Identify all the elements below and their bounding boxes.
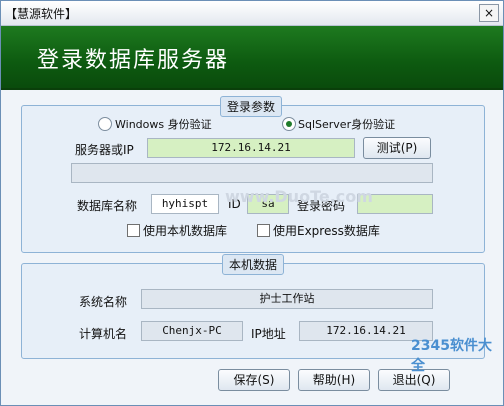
connection-status-field <box>71 163 433 183</box>
use-local-db-checkbox[interactable] <box>127 224 140 237</box>
test-button[interactable]: 测试(P) <box>363 137 431 159</box>
watermark-url: www.DuoTe.com <box>225 187 373 206</box>
watermark-brand: 2345软件大全 <box>411 338 492 374</box>
windows-auth-radio[interactable] <box>98 117 112 131</box>
banner-heading: 登录数据库服务器 <box>37 48 230 73</box>
use-local-db-label[interactable]: 使用本机数据库 <box>143 222 227 239</box>
local-data-legend: 本机数据 <box>222 254 285 275</box>
use-express-db-label[interactable]: 使用Express数据库 <box>273 222 380 239</box>
save-button[interactable]: 保存(S) <box>218 369 290 391</box>
sqlserver-auth-label[interactable]: SqlServer身份验证 <box>298 116 395 132</box>
login-dialog: 【慧源软件】 × 登录数据库服务器 登录参数 Windows 身份验证 SqlS… <box>0 0 504 406</box>
computer-name-label: 计算机名 <box>79 327 128 341</box>
title-bar[interactable]: 【慧源软件】 × <box>1 1 503 26</box>
db-name-input[interactable]: hyhispt <box>151 194 219 214</box>
server-ip-input[interactable]: 172.16.14.21 <box>147 138 355 158</box>
ip-label: IP地址 <box>251 327 286 341</box>
login-params-legend: 登录参数 <box>220 96 283 117</box>
help-button[interactable]: 帮助(H) <box>298 369 370 391</box>
computer-name-field: Chenjx-PC <box>141 321 243 341</box>
window-title: 【慧源软件】 <box>5 7 78 21</box>
server-label: 服务器或IP <box>75 143 134 157</box>
db-name-label: 数据库名称 <box>77 199 138 213</box>
system-name-field: 护士工作站 <box>141 289 433 309</box>
use-express-db-checkbox[interactable] <box>257 224 270 237</box>
header-banner: 登录数据库服务器 <box>1 26 503 90</box>
windows-auth-label[interactable]: Windows 身份验证 <box>115 116 212 132</box>
system-name-label: 系统名称 <box>79 295 128 309</box>
sqlserver-auth-radio[interactable] <box>282 117 296 131</box>
close-icon[interactable]: × <box>479 4 499 22</box>
